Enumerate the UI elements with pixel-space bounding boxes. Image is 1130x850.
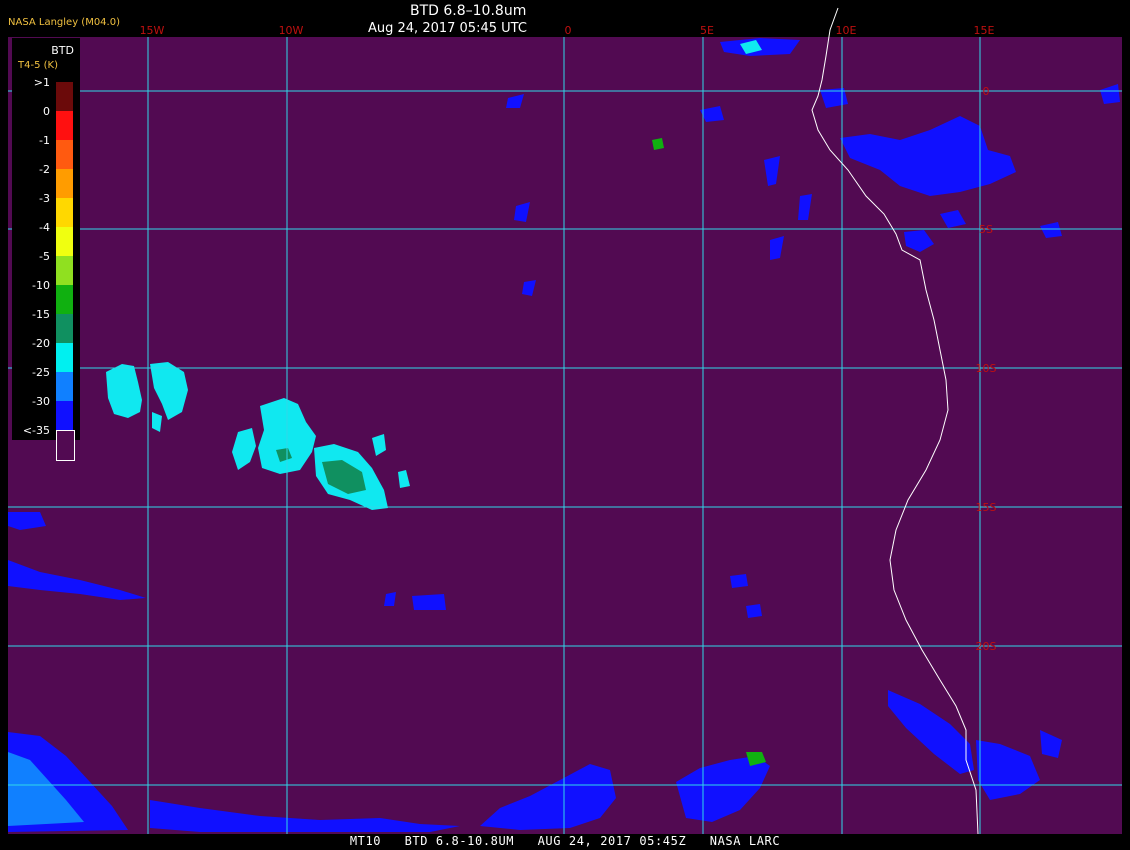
cloud-spot: [730, 574, 748, 588]
legend-label: -1: [39, 134, 50, 147]
legend-swatch: [56, 198, 73, 227]
longitude-label: 0: [565, 24, 572, 37]
legend-swatch: [56, 256, 73, 285]
legend-swatch: [56, 372, 73, 401]
cloud-spot: [412, 594, 446, 610]
organization-label: NASA Langley (M04.0): [8, 17, 120, 28]
product-datetime: Aug 24, 2017 05:45 UTC: [368, 21, 527, 36]
legend-swatch: [56, 82, 73, 111]
longitude-label: 10W: [279, 24, 304, 37]
legend-swatch: [56, 227, 73, 256]
satellite-map: 15W 10W 0 5E 10E 15E 0 5S 10S 15S 20S: [0, 0, 1130, 850]
legend-label: -30: [32, 395, 50, 408]
legend-label: -25: [32, 366, 50, 379]
longitude-label: 5E: [700, 24, 714, 37]
legend-swatch: [56, 401, 73, 430]
legend-swatch: [56, 111, 73, 140]
legend-unit: T4-5 (K): [18, 60, 58, 71]
product-title: BTD 6.8–10.8um: [410, 3, 527, 19]
latitude-label: 20S: [976, 640, 997, 653]
legend-label: -5: [39, 250, 50, 263]
latitude-label: 5S: [979, 223, 993, 236]
latitude-label: 15S: [976, 501, 997, 514]
legend-swatch: [56, 343, 73, 372]
latitude-label: 10S: [976, 362, 997, 375]
product-footer: MT10 BTD 6.8-10.8UM AUG 24, 2017 05:45Z …: [349, 834, 781, 848]
longitude-label: 15E: [974, 24, 995, 37]
cloud-spot: [746, 604, 762, 618]
latitude-label: 0: [983, 85, 990, 98]
legend-swatch: [56, 140, 73, 169]
legend-label: -15: [32, 308, 50, 321]
legend-label: >1: [33, 76, 50, 89]
legend-swatch: [56, 430, 75, 461]
longitude-label: 15W: [140, 24, 165, 37]
legend-swatch: [56, 169, 73, 198]
cloud-spot: [652, 138, 664, 150]
longitude-label: 10E: [836, 24, 857, 37]
legend-title: BTD: [51, 44, 74, 57]
legend-label: -10: [32, 279, 50, 292]
legend-swatch: [56, 314, 73, 343]
legend-label: -2: [39, 163, 50, 176]
color-legend: BTD T4-5 (K) >1 0 -1 -2 -3 -4 -5 -10 -15 -20 -25 -3…: [12, 38, 80, 461]
legend-label: -4: [39, 221, 50, 234]
legend-label: -20: [32, 337, 50, 350]
legend-label: <-35: [22, 424, 50, 437]
legend-swatch: [56, 285, 73, 314]
legend-label: -3: [39, 192, 50, 205]
legend-label: 0: [43, 105, 50, 118]
